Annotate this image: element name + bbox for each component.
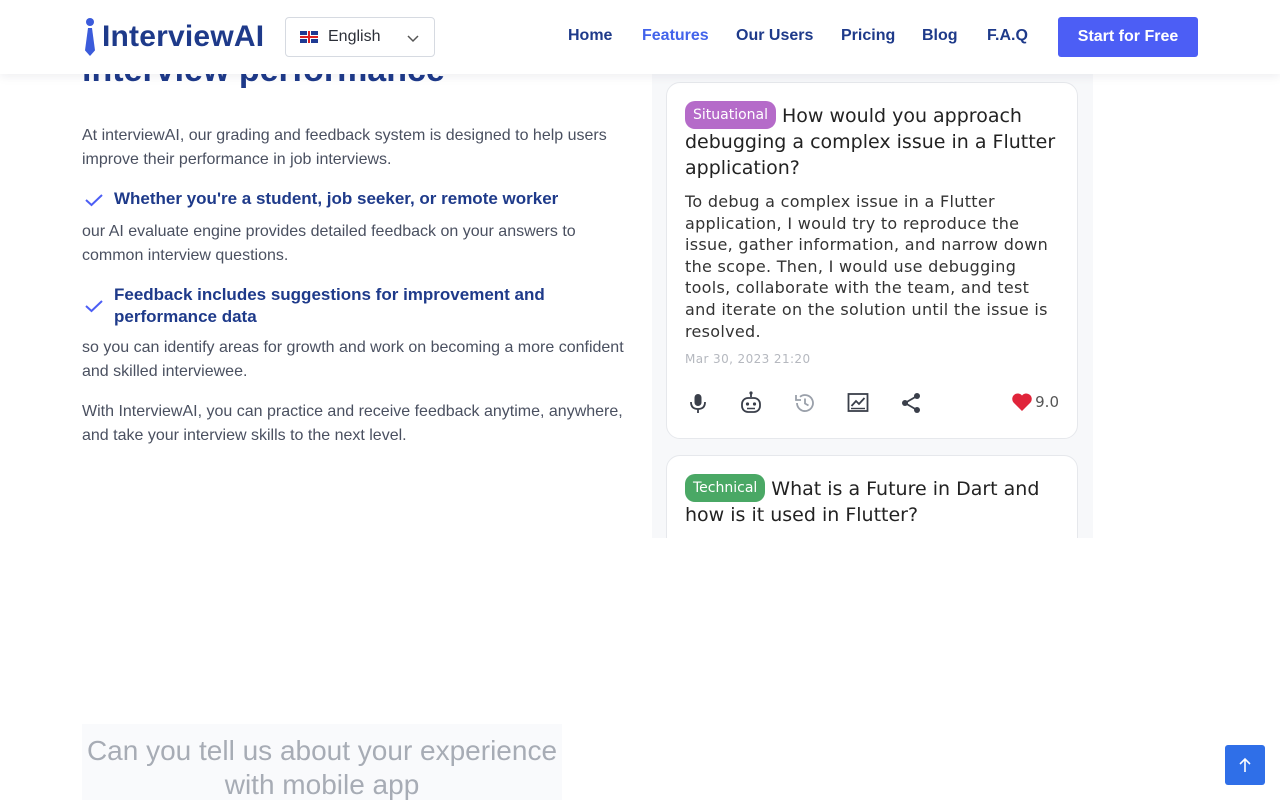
testimonial-card: Can you tell us about your experience wi… — [82, 724, 562, 800]
scroll-to-top-button[interactable] — [1225, 745, 1265, 785]
chevron-down-icon — [407, 35, 419, 43]
nav-pricing[interactable]: Pricing — [841, 27, 895, 45]
feature-intro: At interviewAI, our grading and feedback… — [82, 127, 607, 168]
question-tag: Technical — [685, 474, 766, 502]
score-value: 9.0 — [1035, 393, 1059, 412]
site-header: InterviewAI English Home Features Our Us… — [0, 0, 1280, 74]
nav-blog[interactable]: Blog — [922, 27, 958, 45]
logo-tie-icon — [84, 18, 96, 56]
arrow-up-icon — [1239, 757, 1251, 772]
feature-point: Whether you're a student, job seeker, or… — [82, 188, 642, 212]
start-for-free-button[interactable]: Start for Free — [1058, 17, 1198, 57]
question-title: Situational How would you approach debugg… — [685, 101, 1059, 181]
robot-icon[interactable] — [738, 390, 764, 416]
feature-point-body: so you can identify areas for growth and… — [82, 339, 624, 380]
language-selected: English — [328, 28, 381, 45]
history-icon[interactable] — [792, 390, 818, 416]
score-badge: 9.0 — [1011, 392, 1059, 412]
check-icon — [85, 194, 103, 207]
app-preview: Situational How would you approach debugg… — [652, 74, 1093, 538]
logo-text: InterviewAI — [102, 20, 265, 53]
language-select[interactable]: English — [285, 17, 435, 57]
logo[interactable]: InterviewAI — [84, 17, 264, 57]
feature-point-title: Whether you're a student, job seeker, or… — [114, 189, 559, 208]
feature-point-body: our AI evaluate engine provides detailed… — [82, 223, 576, 264]
nav-faq[interactable]: F.A.Q — [987, 27, 1028, 45]
nav-our-users[interactable]: Our Users — [736, 27, 813, 45]
feature-point: Feedback includes suggestions for improv… — [82, 284, 642, 328]
feature-point-title: Feedback includes suggestions for improv… — [114, 285, 545, 326]
card-actions: 9.0 — [685, 374, 1059, 434]
microphone-icon[interactable] — [685, 390, 711, 416]
check-icon — [85, 300, 103, 313]
question-card: Situational How would you approach debugg… — [666, 82, 1078, 439]
nav-features[interactable]: Features — [642, 27, 709, 45]
feature-closing: With InterviewAI, you can practice and r… — [82, 403, 623, 444]
uk-flag-icon — [300, 31, 318, 43]
chart-icon[interactable] — [845, 390, 871, 416]
answer-date: Mar 30, 2023 21:20 — [685, 352, 811, 367]
question-tag: Situational — [685, 101, 777, 129]
share-icon[interactable] — [898, 390, 924, 416]
question-title: Technical What is a Future in Dart and ho… — [685, 474, 1059, 528]
nav-home[interactable]: Home — [568, 27, 612, 45]
question-card: Technical What is a Future in Dart and ho… — [666, 455, 1078, 538]
heart-icon — [1012, 393, 1032, 412]
testimonial-question: Can you tell us about your experience wi… — [86, 735, 558, 800]
answer-text: To debug a complex issue in a Flutter ap… — [685, 192, 1049, 341]
